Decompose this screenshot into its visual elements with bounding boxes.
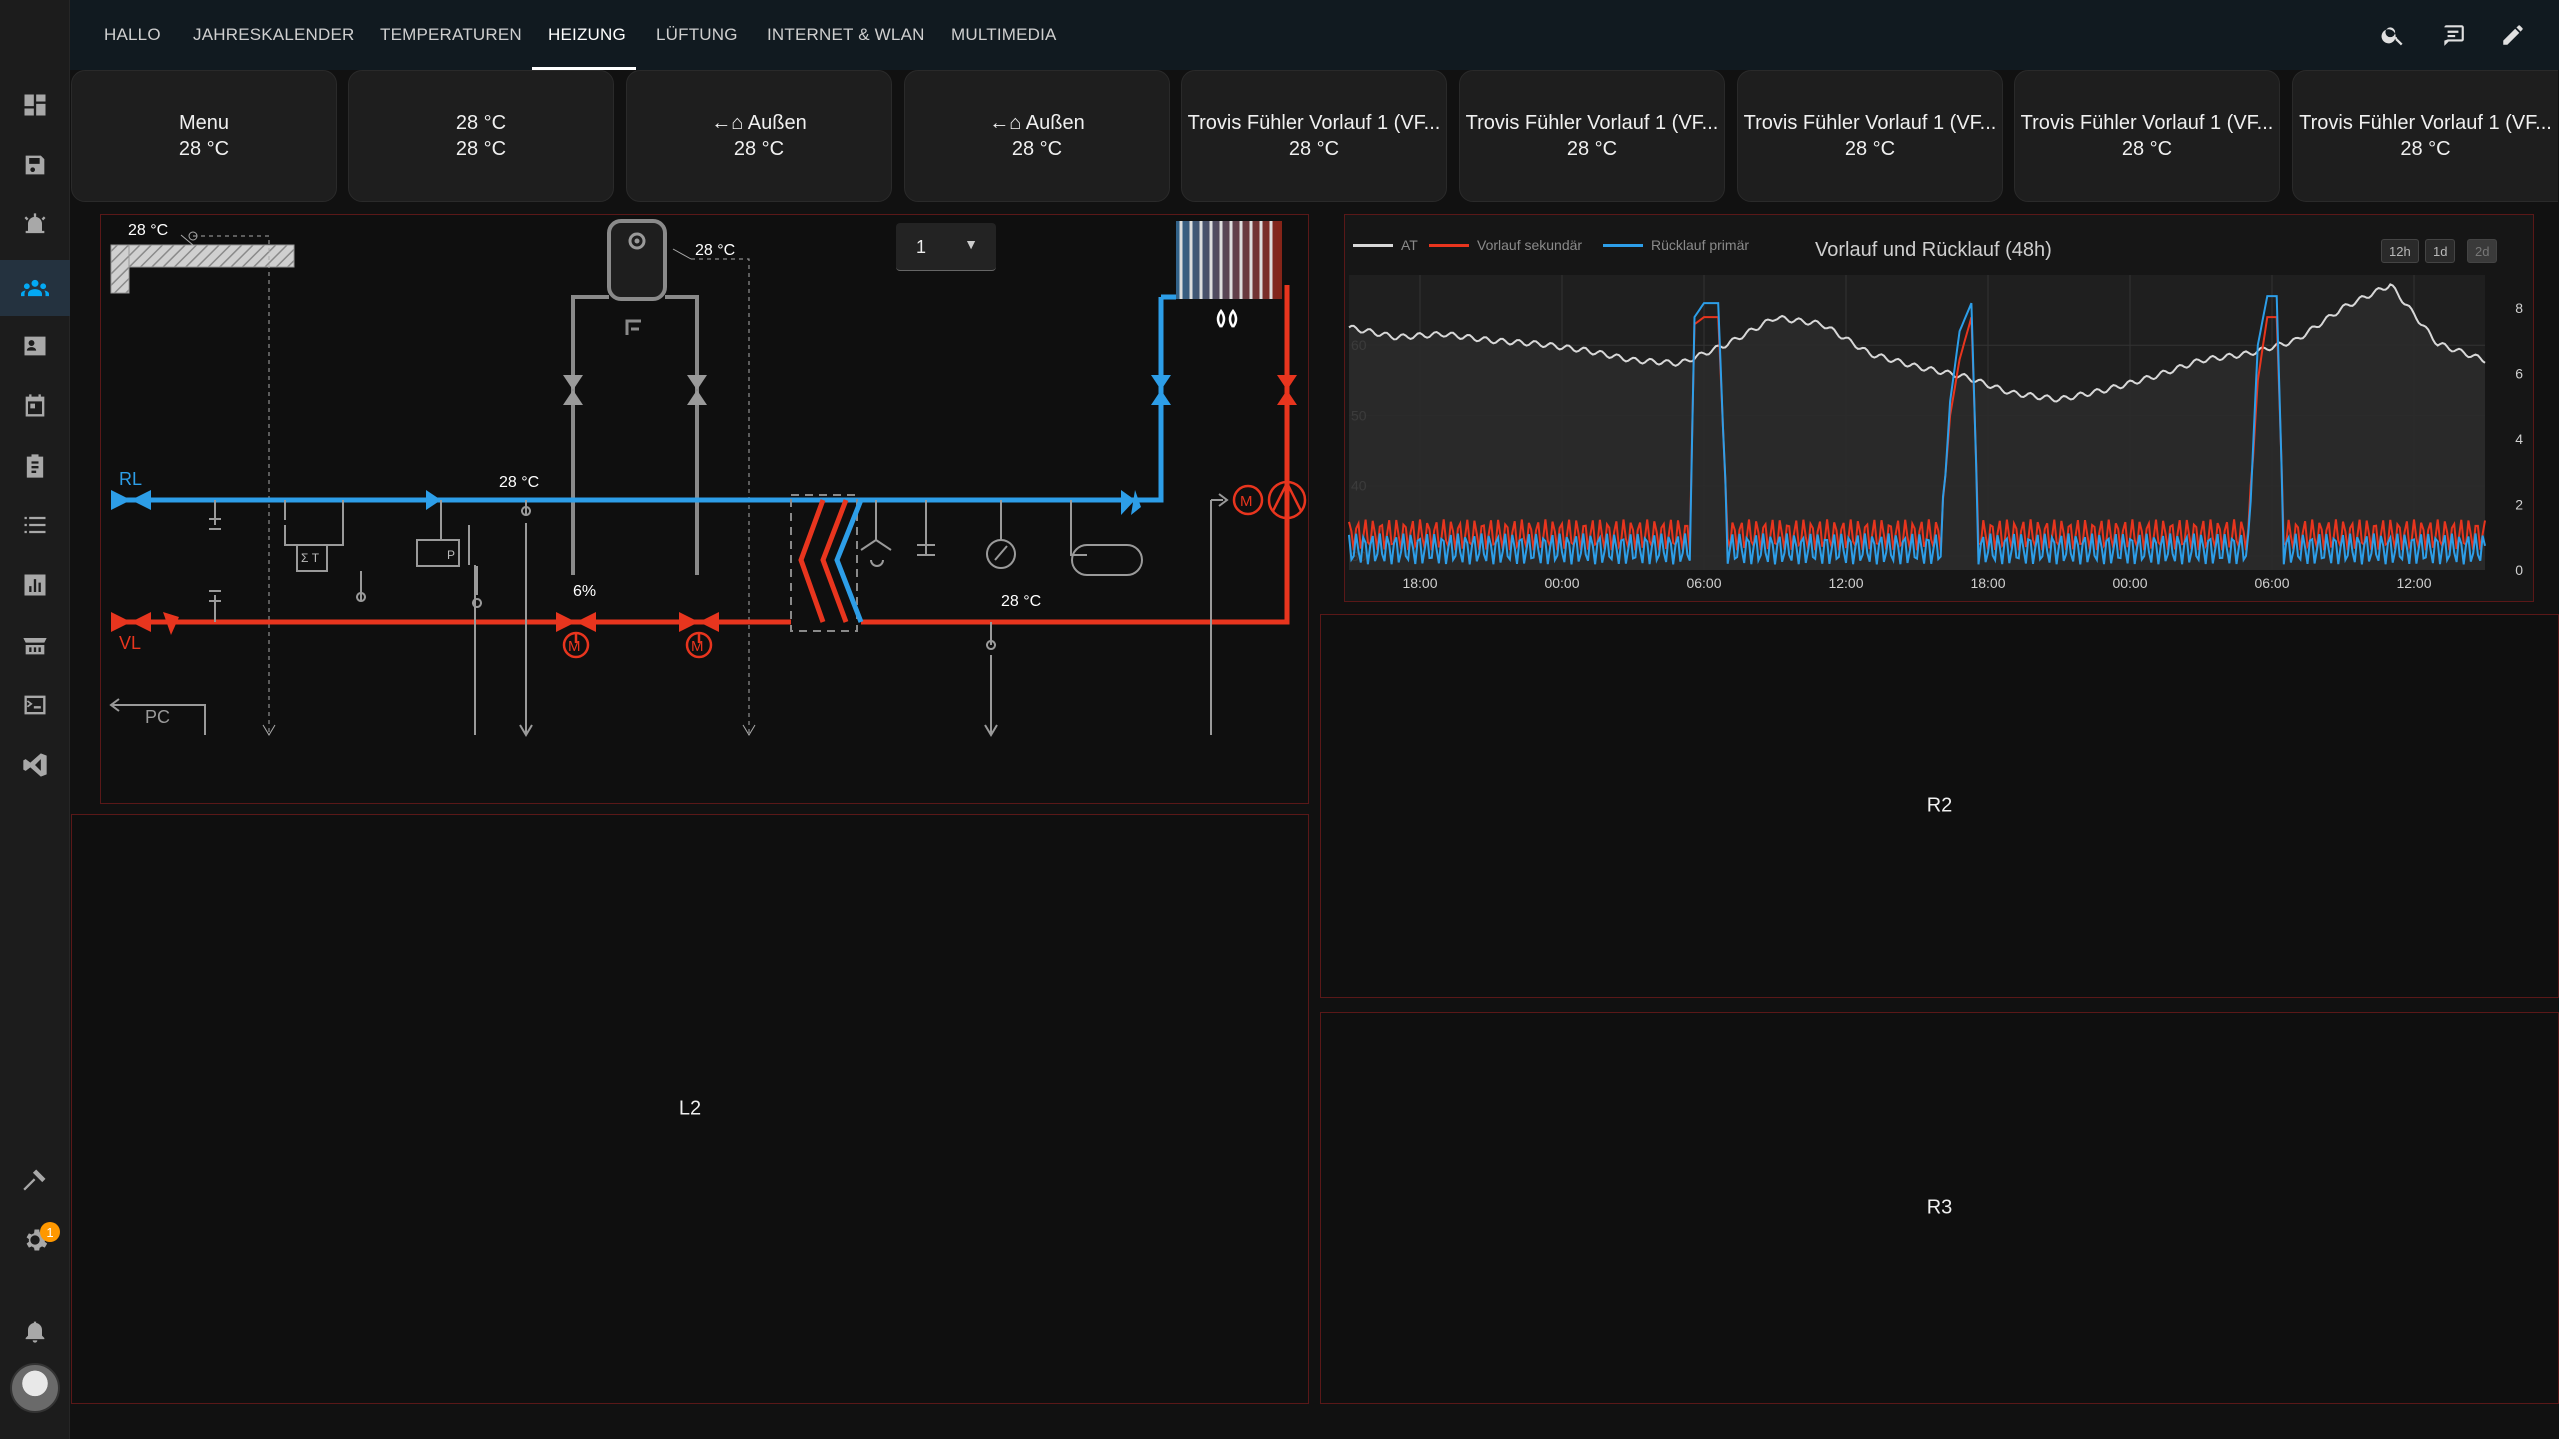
- button-name: Trovis Fühler Vorlauf 1 (VF...: [2020, 111, 2274, 134]
- radiator: [1176, 221, 1282, 328]
- x-tick-label: 18:00: [1970, 575, 2005, 591]
- line-chart: 18:00 00:00 06:00 12:00 18:00 00:00 06:00 12:00…: [1348, 275, 2523, 591]
- button-state: 28 °C: [2400, 137, 2451, 160]
- tab-heizung[interactable]: HEIZUNG: [532, 0, 636, 70]
- overview-icon[interactable]: [0, 77, 70, 133]
- chart-panel: AT Vorlauf sekundär Rücklauf primär Vorl…: [1344, 214, 2534, 602]
- panel-r2: R2: [1320, 614, 2559, 998]
- x-tick-label: 18:00: [1402, 575, 1437, 591]
- x-tick-label: 06:00: [2254, 575, 2289, 591]
- panel-r3: R3: [1320, 1012, 2559, 1404]
- selector-value: 1: [916, 237, 927, 257]
- alarm-icon[interactable]: [0, 197, 70, 253]
- sidebar: 1: [0, 0, 70, 1439]
- assist-chat-icon[interactable]: [2434, 16, 2472, 54]
- button-card-temp[interactable]: 28 °C 28 °C: [348, 70, 614, 202]
- sidebar-toggle[interactable]: [0, 0, 70, 56]
- top-app-bar: HALLO JAHRESKALENDER TEMPERATUREN HEIZUN…: [0, 0, 2559, 70]
- panel-l2-label: L2: [678, 1097, 702, 1120]
- button-name: ←⌂ Außen: [989, 111, 1085, 134]
- button-name: Trovis Fühler Vorlauf 1 (VF...: [1465, 111, 1719, 134]
- button-name: ←⌂ Außen: [711, 111, 807, 134]
- button-name: 28 °C: [455, 111, 507, 134]
- x-tick-label: 06:00: [1686, 575, 1721, 591]
- bell-icon[interactable]: [0, 1303, 70, 1359]
- button-state: 28 °C: [455, 137, 507, 160]
- button-card-menu[interactable]: Menu 28 °C: [71, 70, 337, 202]
- return-line: [111, 294, 1176, 503]
- list-icon[interactable]: [0, 497, 70, 553]
- button-name: Menu: [178, 111, 230, 134]
- button-state: 28 °C: [2121, 137, 2173, 160]
- energy-icon[interactable]: [0, 137, 70, 193]
- button-state: 28 °C: [1566, 137, 1618, 160]
- button-state: 28 °C: [1844, 137, 1896, 160]
- motor-label-2: M: [691, 638, 704, 655]
- heating-diagram: 28 °C 28 °C RL 28 °C VL 6% M M M Σ T P 2…: [109, 219, 1307, 737]
- outside-temp-label: 28 °C: [128, 222, 168, 239]
- rl-label: RL: [119, 469, 142, 489]
- tab-hallo[interactable]: HALLO: [88, 0, 177, 70]
- hammer-icon[interactable]: [0, 1152, 70, 1208]
- sigma-t-label: Σ T: [301, 551, 320, 565]
- motor-label-1: M: [568, 638, 581, 655]
- y-right-tick-label: 8: [2515, 300, 2523, 316]
- x-tick-label: 12:00: [1828, 575, 1863, 591]
- button-card-trovis-1[interactable]: Trovis Fühler Vorlauf 1 (VF... 28 °C: [1181, 70, 1447, 202]
- button-name: Trovis Fühler Vorlauf 1 (VF...: [2299, 111, 2552, 134]
- flow-temp-label: 28 °C: [1001, 593, 1041, 610]
- valve-percent-label: 6%: [573, 583, 596, 600]
- button-name: Trovis Fühler Vorlauf 1 (VF...: [1743, 111, 1997, 134]
- y-right-tick-label: 0: [2515, 562, 2523, 578]
- heating-diagram-panel: 28 °C 28 °C RL 28 °C VL 6% M M M Σ T P 2…: [100, 214, 1309, 804]
- button-state: 28 °C: [733, 137, 785, 160]
- panel-l2: L2: [71, 814, 1309, 1404]
- selector-dropdown[interactable]: 1 ▼: [896, 223, 996, 271]
- tab-multimedia[interactable]: MULTIMEDIA: [935, 0, 1073, 70]
- motor-label-3: M: [1240, 493, 1253, 510]
- button-card-aussen-2[interactable]: ←⌂ Außen 28 °C: [904, 70, 1170, 202]
- button-state: 28 °C: [178, 137, 230, 160]
- settings-badge: 1: [40, 1222, 60, 1242]
- y-right-tick-label: 4: [2515, 431, 2523, 447]
- y-right-tick-label: 6: [2515, 365, 2523, 381]
- people-icon[interactable]: [0, 260, 70, 316]
- search-icon[interactable]: [2374, 16, 2412, 54]
- tab-lueftung[interactable]: LÜFTUNG: [640, 0, 754, 70]
- button-state: 28 °C: [1288, 137, 1340, 160]
- tab-temperaturen[interactable]: TEMPERATUREN: [364, 0, 538, 70]
- button-card-trovis-2[interactable]: Trovis Fühler Vorlauf 1 (VF... 28 °C: [1459, 70, 1725, 202]
- return-temp-label: 28 °C: [499, 474, 539, 491]
- pc-label: PC: [145, 707, 170, 727]
- terminal-icon[interactable]: [0, 677, 70, 733]
- settings-icon[interactable]: 1: [0, 1212, 70, 1268]
- tab-jahreskalender[interactable]: JAHRESKALENDER: [177, 0, 371, 70]
- button-state: 28 °C: [1011, 137, 1063, 160]
- y-right-tick-label: 2: [2515, 496, 2523, 512]
- x-tick-label: 00:00: [1544, 575, 1579, 591]
- button-card-trovis-4[interactable]: Trovis Fühler Vorlauf 1 (VF... 28 °C: [2014, 70, 2280, 202]
- tab-internet-wlan[interactable]: INTERNET & WLAN: [751, 0, 941, 70]
- edit-pencil-icon[interactable]: [2494, 16, 2532, 54]
- button-name: Trovis Fühler Vorlauf 1 (VF...: [1187, 111, 1441, 134]
- clipboard-icon[interactable]: [0, 438, 70, 494]
- tank-temp-label: 28 °C: [695, 242, 735, 259]
- heat-exchanger: [790, 494, 864, 632]
- chart-icon[interactable]: [0, 557, 70, 613]
- avatar[interactable]: [10, 1363, 60, 1413]
- chevron-down-icon: ▼: [964, 236, 978, 252]
- vscode-icon[interactable]: [0, 737, 70, 793]
- x-tick-label: 00:00: [2112, 575, 2147, 591]
- badge-icon[interactable]: [0, 318, 70, 374]
- button-card-aussen-1[interactable]: ←⌂ Außen 28 °C: [626, 70, 892, 202]
- button-card-trovis-3[interactable]: Trovis Fühler Vorlauf 1 (VF... 28 °C: [1737, 70, 2003, 202]
- x-tick-label: 12:00: [2396, 575, 2431, 591]
- panel-r2-label: R2: [1926, 794, 1953, 817]
- calendar-icon[interactable]: [0, 378, 70, 434]
- vl-label: VL: [119, 633, 141, 653]
- panel-r3-label: R3: [1926, 1196, 1953, 1219]
- button-card-trovis-5[interactable]: Trovis Fühler Vorlauf 1 (VF... 28 °C: [2292, 70, 2558, 202]
- p-label: P: [447, 548, 455, 562]
- hacs-icon[interactable]: [0, 617, 70, 673]
